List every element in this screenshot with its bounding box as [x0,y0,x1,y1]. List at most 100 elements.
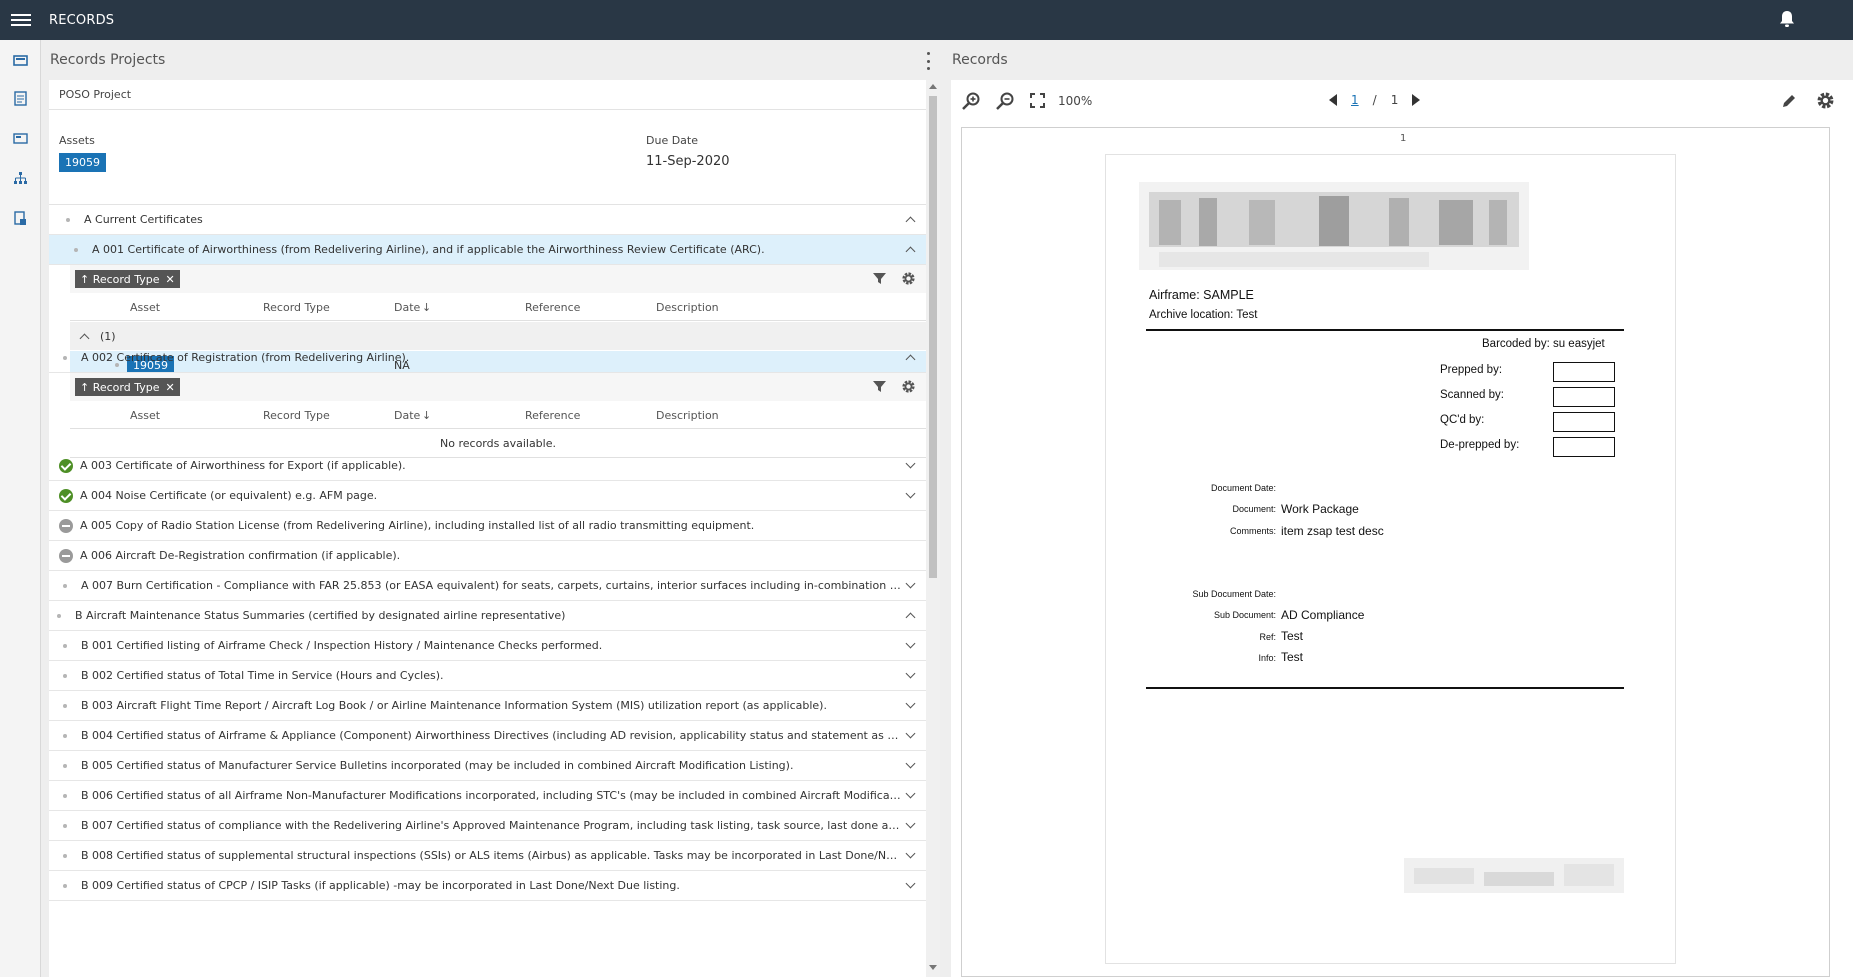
grid-toolbar: ↑ Record Type ✕ [70,265,926,293]
more-options-icon[interactable] [925,52,931,70]
fit-page-icon[interactable] [1030,93,1045,108]
pencil-icon[interactable] [1780,92,1798,110]
records-projects-panel: POSO Project Assets 19059 Due Date 11-Se… [49,80,926,977]
tree-item-label: A 006 Aircraft De-Registration confirmat… [80,549,401,562]
close-icon[interactable]: ✕ [166,273,175,286]
current-page-link[interactable]: 1 [1351,93,1359,107]
tree-item-b004[interactable]: B 004 Certified status of Airframe & App… [49,721,926,751]
zoom-out-icon[interactable] [995,91,1015,111]
tree-item-b006[interactable]: B 006 Certified status of all Airframe N… [49,781,926,811]
bullet-icon [63,823,67,828]
bullet-icon [63,583,67,588]
prev-page-icon[interactable] [1329,94,1337,106]
top-bar: RECORDS [0,0,1853,40]
column-asset[interactable]: Asset [130,301,160,314]
airframe-text: Airframe: SAMPLE [1149,288,1254,302]
tree-item-label: A 002 Certificate of Registration (from … [81,351,410,364]
records-inbox-icon[interactable] [12,52,29,69]
chevron-down-icon[interactable] [905,878,916,889]
tree-item-b002[interactable]: B 002 Certified status of Total Time in … [49,661,926,691]
chevron-up-icon[interactable] [905,216,916,227]
chevron-down-icon[interactable] [905,578,916,589]
gear-icon[interactable] [901,379,916,394]
tree-section-label: B Aircraft Maintenance Status Summaries … [75,609,566,622]
bullet-icon [66,217,70,222]
record-type-group-chip[interactable]: ↑ Record Type ✕ [75,270,180,288]
chevron-down-icon[interactable] [905,728,916,739]
sub-document-label: Sub Document: [1213,610,1276,620]
report-icon[interactable] [12,210,29,227]
chevron-up-icon[interactable] [905,612,916,623]
chevron-up-icon[interactable] [905,246,916,257]
next-page-icon[interactable] [1412,94,1421,106]
redacted-barcode-image [1139,182,1529,270]
scroll-up-arrow-icon[interactable] [929,84,937,89]
hierarchy-icon[interactable] [12,170,29,187]
settings-gear-icon[interactable] [1816,91,1835,110]
chevron-up-icon[interactable] [905,354,916,365]
filter-icon[interactable] [873,380,886,393]
column-reference[interactable]: Reference [525,409,580,422]
chevron-down-icon[interactable] [905,848,916,859]
tree-item-label: B 009 Certified status of CPCP / ISIP Ta… [81,879,680,892]
column-description[interactable]: Description [656,409,719,422]
chevron-down-icon[interactable] [905,758,916,769]
grid-header: Asset Record Type Date ↓ Reference Descr… [70,401,926,429]
tree-item-b008[interactable]: B 008 Certified status of supplemental s… [49,841,926,871]
card-icon[interactable] [12,130,29,147]
gear-icon[interactable] [901,271,916,286]
record-type-group-chip[interactable]: ↑ Record Type ✕ [75,378,180,396]
tree-item-b005[interactable]: B 005 Certified status of Manufacturer S… [49,751,926,781]
tree-item-a007[interactable]: A 007 Burn Certification - Compliance wi… [49,571,926,601]
filter-icon[interactable] [873,272,886,285]
info-value: Test [1281,650,1304,664]
left-nav-rail [0,40,41,977]
tree-item-a005[interactable]: A 005 Copy of Radio Station License (fro… [49,511,926,541]
tree-item-b001[interactable]: B 001 Certified listing of Airframe Chec… [49,631,926,661]
page-number-label: 1 [1400,133,1407,144]
chevron-down-icon[interactable] [905,698,916,709]
chevron-up-icon[interactable] [79,333,90,344]
column-record-type[interactable]: Record Type [263,301,330,314]
chevron-down-icon[interactable] [905,488,916,499]
tree-item-a004[interactable]: A 004 Noise Certificate (or equivalent) … [49,481,926,511]
tree-section-b[interactable]: B Aircraft Maintenance Status Summaries … [49,601,926,631]
tree-item-a003[interactable]: A 003 Certificate of Airworthiness for E… [49,451,926,481]
deprepped-by-box [1553,437,1615,457]
column-record-type[interactable]: Record Type [263,409,330,422]
chevron-down-icon[interactable] [905,668,916,679]
assets-label: Assets [59,134,95,147]
grid-header: Asset Record Type Date ↓ Reference Descr… [70,293,926,321]
tree-section-a[interactable]: A Current Certificates [49,205,926,235]
archive-location-text: Archive location: Test [1149,309,1258,321]
tree-item-label: A 005 Copy of Radio Station License (fro… [80,519,755,532]
asset-badge[interactable]: 19059 [59,153,106,172]
tree-item-a001[interactable]: A 001 Certificate of Airworthiness (from… [49,235,926,265]
tree-item-b003[interactable]: B 003 Aircraft Flight Time Report / Airc… [49,691,926,721]
column-asset[interactable]: Asset [130,409,160,422]
document-list-icon[interactable] [12,90,29,107]
hamburger-menu-icon[interactable] [11,11,31,29]
notification-bell-icon[interactable] [1779,10,1795,28]
tree-item-b007[interactable]: B 007 Certified status of compliance wit… [49,811,926,841]
sub-document-date-label: Sub Document Date: [1192,589,1276,599]
pager: 1 / 1 [1329,93,1421,107]
close-icon[interactable]: ✕ [166,381,175,394]
page-separator: / [1372,93,1377,107]
check-circle-icon [59,458,73,473]
left-scrollbar[interactable] [926,80,940,977]
column-date[interactable]: Date [394,301,420,314]
chevron-down-icon[interactable] [905,818,916,829]
tree-item-a002[interactable]: A 002 Certificate of Registration (from … [49,343,926,373]
zoom-in-icon[interactable] [961,91,981,111]
chevron-down-icon[interactable] [905,788,916,799]
tree-item-b009[interactable]: B 009 Certified status of CPCP / ISIP Ta… [49,871,926,901]
scrollbar-thumb[interactable] [929,96,937,578]
scroll-down-arrow-icon[interactable] [929,965,937,970]
chevron-down-icon[interactable] [905,638,916,649]
column-date[interactable]: Date [394,409,420,422]
chevron-down-icon[interactable] [905,458,916,469]
tree-item-a006[interactable]: A 006 Aircraft De-Registration confirmat… [49,541,926,571]
column-description[interactable]: Description [656,301,719,314]
column-reference[interactable]: Reference [525,301,580,314]
